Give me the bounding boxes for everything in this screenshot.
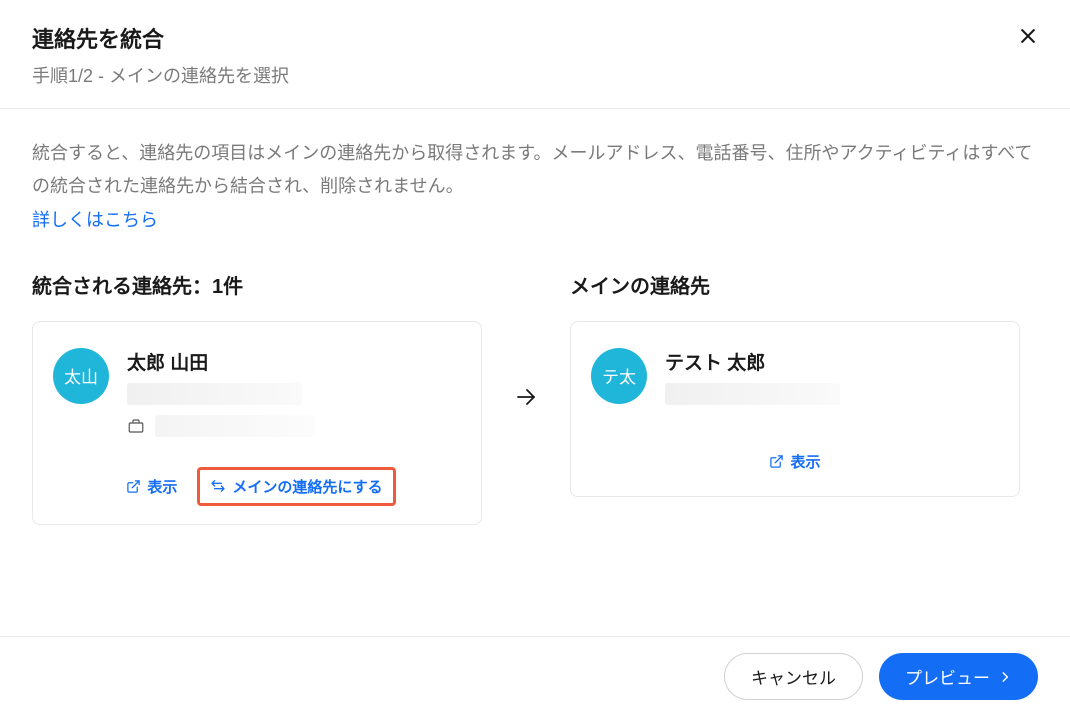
preview-button[interactable]: プレビュー xyxy=(879,653,1038,700)
columns-container: 統合される連絡先：1件 太山 太郎 山田 xyxy=(32,270,1038,525)
learn-more-link[interactable]: 詳しくはこちら xyxy=(32,206,158,232)
primary-column-title: メインの連絡先 xyxy=(570,270,1020,299)
close-button[interactable] xyxy=(1014,22,1042,50)
avatar: 太山 xyxy=(53,348,109,404)
external-link-icon xyxy=(126,479,141,494)
placeholder-email xyxy=(127,383,302,405)
merged-column-title: 統合される連絡先：1件 xyxy=(32,270,482,299)
view-button[interactable]: 表示 xyxy=(118,470,185,503)
card-actions: 表示 xyxy=(591,445,999,478)
contact-name: 太郎 山田 xyxy=(127,348,461,375)
view-label: 表示 xyxy=(790,451,820,472)
arrow-right-icon xyxy=(514,385,538,409)
cancel-button[interactable]: キャンセル xyxy=(724,653,863,700)
modal-footer: キャンセル プレビュー xyxy=(0,636,1070,710)
contact-name: テスト 太郎 xyxy=(665,348,999,375)
card-info: テスト 太郎 xyxy=(665,348,999,415)
modal-body: 統合すると、連絡先の項目はメインの連絡先から取得されます。メールアドレス、電話番… xyxy=(0,109,1070,545)
close-icon xyxy=(1018,26,1038,46)
modal-title: 連絡先を統合 xyxy=(32,22,1038,54)
modal-subtitle: 手順1/2 - メインの連絡先を選択 xyxy=(32,62,1038,88)
placeholder-email xyxy=(665,383,840,405)
make-primary-button[interactable]: メインの連絡先にする xyxy=(197,467,395,506)
make-primary-label: メインの連絡先にする xyxy=(232,476,382,497)
description-text: 統合すると、連絡先の項目はメインの連絡先から取得されます。メールアドレス、電話番… xyxy=(32,137,1038,204)
modal-header: 連絡先を統合 手順1/2 - メインの連絡先を選択 xyxy=(0,0,1070,109)
avatar: テ太 xyxy=(591,348,647,404)
card-top-row: 太山 太郎 山田 xyxy=(53,348,461,437)
preview-label: プレビュー xyxy=(905,664,990,689)
view-label: 表示 xyxy=(147,476,177,497)
card-top-row: テ太 テスト 太郎 xyxy=(591,348,999,415)
placeholder-company-row xyxy=(127,415,461,437)
placeholder-company xyxy=(155,415,315,437)
merged-contacts-column: 統合される連絡先：1件 太山 太郎 山田 xyxy=(32,270,482,525)
chevron-right-icon xyxy=(998,670,1012,684)
arrow-column xyxy=(482,270,570,409)
card-info: 太郎 山田 xyxy=(127,348,461,437)
briefcase-icon xyxy=(127,417,145,435)
external-link-icon xyxy=(769,454,784,469)
merged-contact-card: 太山 太郎 山田 xyxy=(32,321,482,525)
cancel-label: キャンセル xyxy=(751,664,836,689)
swap-icon xyxy=(210,478,226,494)
card-actions: 表示 メインの連絡先にする xyxy=(53,467,461,506)
view-button[interactable]: 表示 xyxy=(761,445,828,478)
primary-contact-card: テ太 テスト 太郎 表示 xyxy=(570,321,1020,497)
primary-contact-column: メインの連絡先 テ太 テスト 太郎 xyxy=(570,270,1020,497)
